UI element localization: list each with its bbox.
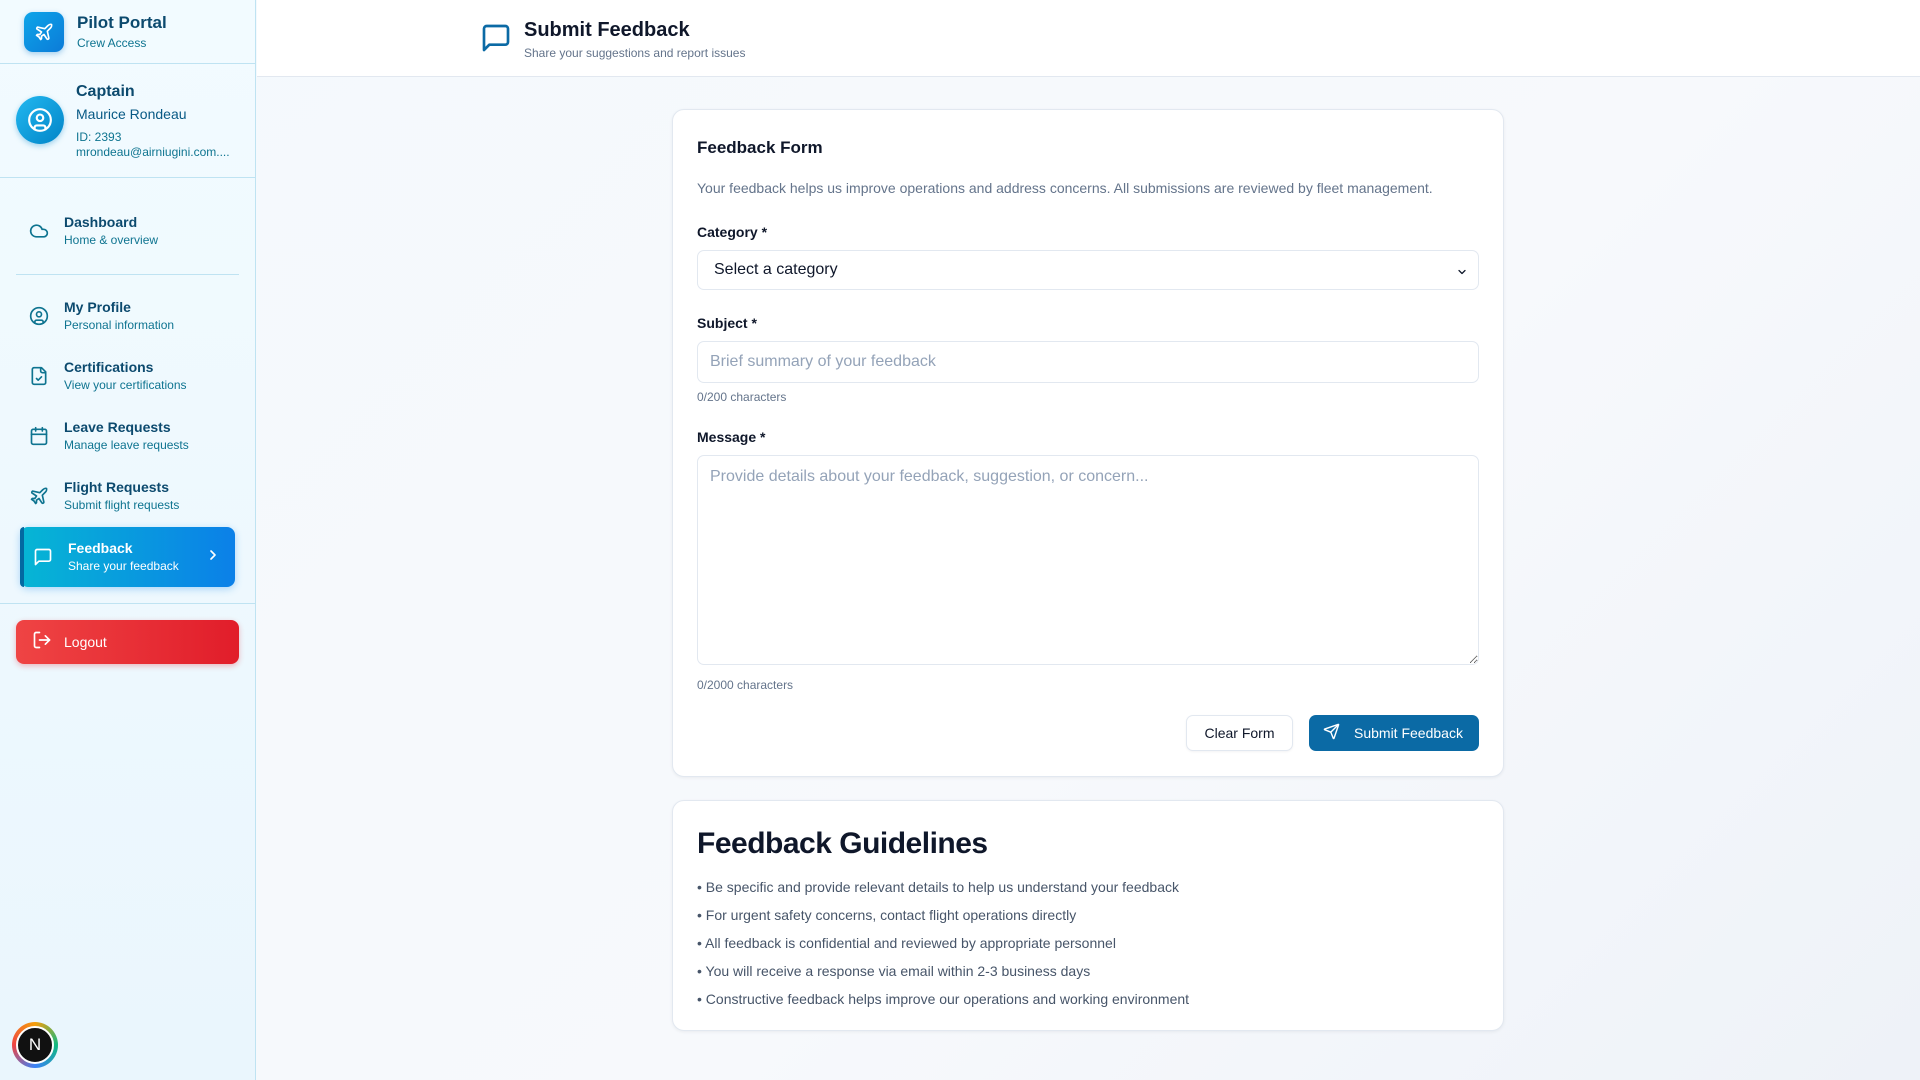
guideline-item: • You will receive a response via email … — [697, 963, 1091, 979]
chevron-down-icon — [1456, 265, 1468, 283]
subject-input[interactable] — [697, 341, 1479, 383]
message-textarea[interactable] — [697, 455, 1479, 665]
user-name: Maurice Rondeau — [76, 106, 187, 122]
sidebar-item-sub: View your certifications — [64, 378, 187, 392]
clear-form-label: Clear Form — [1204, 725, 1275, 741]
calendar-icon — [28, 425, 50, 447]
sidebar-item-label: Feedback — [68, 540, 133, 556]
dev-tools-letter: N — [16, 1026, 54, 1064]
sidebar-item-sub: Personal information — [64, 318, 175, 332]
user-card: Captain Maurice Rondeau ID: 2393 mrondea… — [0, 64, 255, 178]
sidebar-item-label: Certifications — [64, 359, 154, 375]
file-check-icon — [28, 365, 50, 387]
sidebar-nav: Dashboard Home & overview My Profile Per… — [0, 178, 255, 587]
form-title: Feedback Form — [697, 138, 823, 157]
submit-feedback-button[interactable]: Submit Feedback — [1309, 715, 1479, 751]
plane-icon — [24, 11, 64, 52]
sidebar-item-certifications[interactable]: Certifications View your certifications — [16, 347, 239, 405]
subject-counter: 0/200 characters — [697, 390, 787, 404]
sidebar-item-feedback[interactable]: Feedback Share your feedback — [20, 527, 235, 587]
page-title: Submit Feedback — [524, 19, 690, 41]
sidebar-item-label: Dashboard — [64, 214, 138, 230]
cloud-icon — [28, 220, 50, 242]
logout-label: Logout — [64, 634, 107, 650]
brand-title: Pilot Portal — [77, 12, 167, 32]
user-email: mrondeau@airniugini.com.... — [76, 145, 230, 159]
guidelines-list: • Be specific and provide relevant detai… — [697, 873, 1189, 1013]
brand: Pilot Portal Crew Access — [0, 0, 255, 64]
sidebar-item-sub: Share your feedback — [68, 559, 179, 573]
submit-feedback-label: Submit Feedback — [1354, 725, 1463, 741]
message-counter: 0/2000 characters — [697, 678, 794, 692]
user-circle-icon — [28, 108, 52, 132]
user-circle-icon — [28, 305, 50, 327]
message-label: Message * — [697, 429, 766, 445]
user-rank: Captain — [76, 83, 135, 100]
form-description: Your feedback helps us improve operation… — [697, 180, 1433, 196]
clear-form-button[interactable]: Clear Form — [1186, 715, 1293, 751]
category-select[interactable]: Select a category — [697, 250, 1479, 290]
message-square-icon — [32, 546, 54, 568]
sidebar-item-leave-requests[interactable]: Leave Requests Manage leave requests — [16, 407, 239, 465]
chevron-right-icon — [205, 547, 221, 568]
user-id: ID: 2393 — [76, 130, 122, 144]
send-icon — [1323, 723, 1340, 743]
subject-label: Subject * — [697, 315, 757, 331]
logout-section: Logout — [0, 603, 255, 664]
brand-subtitle: Crew Access — [77, 35, 147, 50]
sidebar-item-label: Flight Requests — [64, 479, 170, 495]
message-square-icon — [480, 22, 512, 59]
category-value: Select a category — [714, 261, 838, 278]
feedback-form-card: Feedback Form Your feedback helps us imp… — [672, 109, 1504, 777]
guideline-item: • For urgent safety concerns, contact fl… — [697, 907, 1077, 923]
logout-button[interactable]: Logout — [16, 620, 239, 664]
logout-icon — [32, 630, 52, 655]
guideline-item: • Constructive feedback helps improve ou… — [697, 991, 1190, 1007]
guideline-item: • All feedback is confidential and revie… — [697, 935, 1116, 951]
sidebar-item-my-profile[interactable]: My Profile Personal information — [16, 287, 239, 345]
sidebar: Pilot Portal Crew Access Captain Maurice… — [0, 0, 256, 1080]
nav-divider — [16, 274, 239, 275]
page-subtitle: Share your suggestions and report issues — [524, 46, 746, 60]
sidebar-item-sub: Home & overview — [64, 233, 159, 247]
sidebar-item-flight-requests[interactable]: Flight Requests Submit flight requests — [16, 467, 239, 525]
sidebar-item-dashboard[interactable]: Dashboard Home & overview — [16, 202, 239, 260]
plane-icon — [28, 485, 50, 507]
category-label: Category * — [697, 224, 768, 240]
page-header: Submit Feedback Share your suggestions a… — [257, 0, 1920, 77]
feedback-guidelines-card: Feedback Guidelines • Be specific and pr… — [672, 800, 1504, 1031]
guideline-item: • Be specific and provide relevant detai… — [697, 879, 1179, 895]
sidebar-item-label: My Profile — [64, 299, 131, 315]
sidebar-item-sub: Manage leave requests — [64, 438, 189, 452]
avatar — [16, 96, 64, 144]
guidelines-title: Feedback Guidelines — [697, 827, 988, 860]
dev-tools-badge[interactable]: N — [12, 1022, 58, 1068]
sidebar-item-label: Leave Requests — [64, 419, 171, 435]
sidebar-item-sub: Submit flight requests — [64, 498, 180, 512]
